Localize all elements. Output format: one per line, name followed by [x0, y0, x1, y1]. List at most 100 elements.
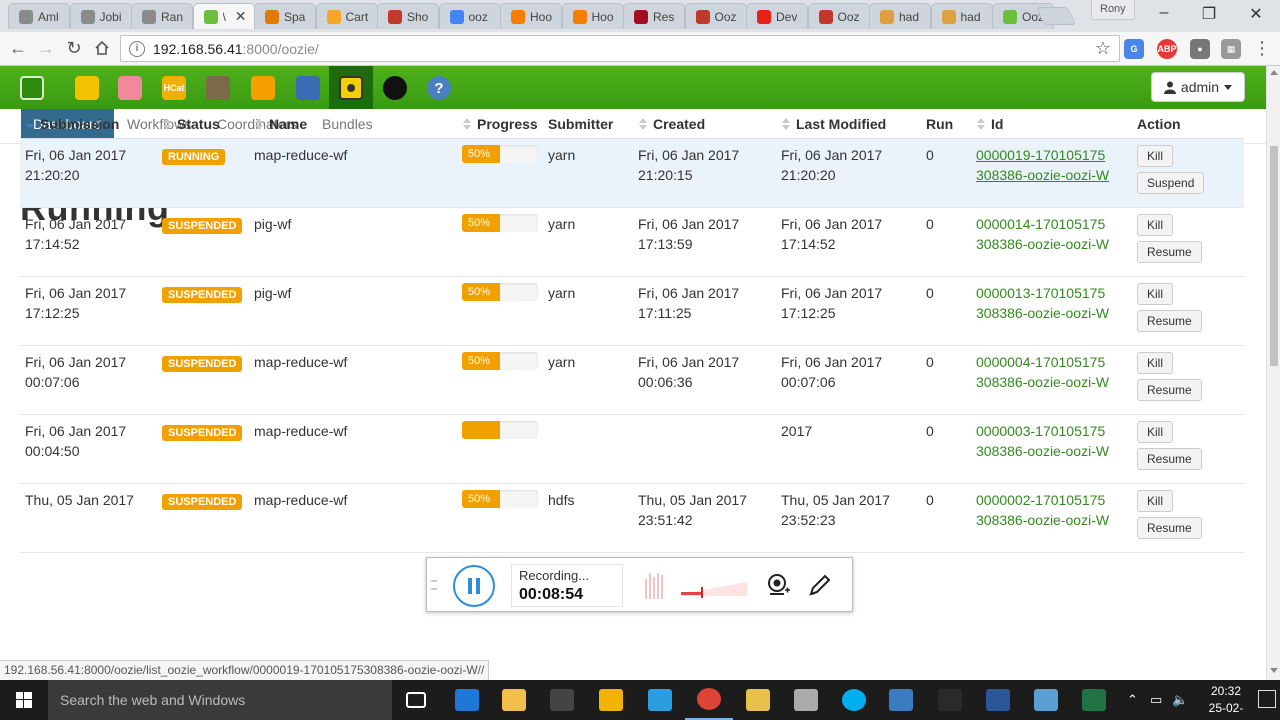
scroll-up-icon[interactable]	[1270, 70, 1278, 75]
resume-button[interactable]: Resume	[1137, 240, 1202, 263]
taskbar-app[interactable]	[877, 680, 925, 720]
taskbar-app[interactable]	[734, 680, 782, 720]
bookmark-star-icon[interactable]: ☆	[1095, 38, 1111, 59]
taskbar-app[interactable]	[782, 680, 830, 720]
browser-profile-chip[interactable]: Rony	[1091, 0, 1135, 20]
kill-button[interactable]: Kill	[1137, 213, 1174, 236]
pen-icon[interactable]	[807, 572, 833, 598]
scroll-down-icon[interactable]	[1270, 668, 1278, 673]
browser-tab[interactable]: Res	[623, 3, 685, 29]
table-row[interactable]: Fri, 06 Jan 2017 17:14:52 SUSPENDED pig-wf…	[20, 207, 1244, 277]
workflow-id-link[interactable]: 0000003-170105175308386-oozie-oozi-W	[976, 421, 1111, 461]
show-hidden-icons-icon[interactable]: ⌃	[1127, 692, 1138, 708]
column-header-status[interactable]: Status	[157, 111, 249, 139]
taskbar-app[interactable]	[685, 680, 733, 720]
back-icon[interactable]: ←	[6, 36, 30, 60]
admin-user-menu[interactable]: admin	[1151, 72, 1245, 102]
resume-button[interactable]: Resume	[1137, 378, 1202, 401]
kill-button[interactable]: Kill	[1137, 489, 1174, 512]
column-header-submission[interactable]: Submission	[20, 111, 157, 139]
kill-button[interactable]: Kill	[1137, 144, 1174, 167]
pig-icon[interactable]	[118, 76, 142, 100]
hue-logo-icon[interactable]	[20, 76, 44, 100]
minimize-icon[interactable]: –	[1154, 4, 1174, 22]
address-bar[interactable]: i 192.168.56.41 :8000/oozie/ ☆	[120, 35, 1120, 62]
workflow-id-link[interactable]: 0000002-170105175308386-oozie-oozi-W	[976, 490, 1111, 530]
site-info-icon[interactable]: i	[129, 40, 145, 57]
taskbar-app[interactable]	[974, 680, 1022, 720]
taskbar-app[interactable]	[538, 680, 586, 720]
scrollbar-thumb[interactable]	[1270, 146, 1278, 366]
close-tab-icon[interactable]: ✕	[235, 8, 247, 25]
hcat-icon[interactable]: HCat	[162, 76, 186, 100]
taskbar-app[interactable]	[830, 680, 878, 720]
browser-tab[interactable]: Dev	[746, 3, 808, 29]
taskbar-app[interactable]	[1070, 680, 1118, 720]
drag-handle-icon[interactable]	[431, 580, 437, 590]
taskbar-app[interactable]	[926, 680, 974, 720]
taskbar-search-input[interactable]: Search the web and Windows	[48, 680, 392, 720]
table-row[interactable]: Fri, 06 Jan 2017 21:20:20 RUNNING map-redu…	[20, 138, 1244, 208]
column-header-created[interactable]: Created	[633, 111, 776, 139]
taskbar-app[interactable]	[392, 680, 440, 720]
browser-tab[interactable]: Sho	[377, 3, 439, 29]
help-icon[interactable]: ?	[427, 76, 451, 100]
reload-icon[interactable]: ↻	[62, 36, 86, 60]
taskbar-app[interactable]	[587, 680, 635, 720]
browser-tab[interactable]: ooz	[438, 3, 501, 29]
kill-button[interactable]: Kill	[1137, 282, 1174, 305]
file-browser-icon[interactable]	[206, 76, 230, 100]
home-icon[interactable]	[90, 36, 114, 60]
forward-icon[interactable]: →	[34, 36, 58, 60]
pause-recording-button[interactable]	[453, 565, 495, 607]
resume-button[interactable]: Resume	[1137, 447, 1202, 470]
job-designer-icon[interactable]	[296, 76, 320, 100]
taskbar-app[interactable]	[490, 680, 538, 720]
volume-slider[interactable]	[681, 580, 747, 598]
workflow-id-link[interactable]: 0000004-170105175308386-oozie-oozi-W	[976, 352, 1111, 392]
browser-tab[interactable]: Cart	[315, 3, 378, 29]
column-header-progress[interactable]: Progress	[457, 111, 543, 139]
browser-tab[interactable]: Ran	[131, 3, 193, 29]
browser-tab[interactable]: Jobi	[69, 3, 132, 29]
workflow-id-link[interactable]: 0000013-170105175308386-oozie-oozi-W	[976, 283, 1111, 323]
extension-icon[interactable]: ▦	[1221, 39, 1241, 59]
hue-app-active-slot[interactable]	[329, 66, 373, 109]
resume-button[interactable]: Resume	[1137, 309, 1202, 332]
column-header-id[interactable]: Id	[971, 111, 1132, 139]
start-button[interactable]	[0, 680, 48, 720]
webcam-icon[interactable]	[765, 572, 791, 598]
browser-tab[interactable]: \ ✕	[192, 3, 255, 29]
taskbar-app[interactable]	[1022, 680, 1070, 720]
browser-tab[interactable]: Ooz	[807, 3, 870, 29]
battery-icon[interactable]: ▭	[1150, 692, 1162, 708]
resume-button[interactable]: Resume	[1137, 516, 1202, 539]
restore-icon[interactable]: ❐	[1199, 4, 1219, 24]
table-row[interactable]: Fri, 06 Jan 2017 00:07:06 SUSPENDED map-re…	[20, 345, 1244, 415]
notifications-icon[interactable]	[1258, 690, 1276, 708]
browser-tab[interactable]: Spa	[254, 3, 316, 29]
taskbar-app[interactable]	[443, 680, 491, 720]
column-header-name[interactable]: Name	[249, 111, 457, 139]
user-admin-icon[interactable]	[383, 76, 407, 100]
workflow-id-link[interactable]: 0000019-170105175308386-oozie-oozi-W	[976, 145, 1111, 185]
browser-tab[interactable]: had	[930, 3, 993, 29]
browser-tab[interactable]: Ooz	[684, 3, 747, 29]
adblock-plus-icon[interactable]: ABP	[1157, 39, 1177, 59]
extension-badge-icon[interactable]: ●	[1190, 39, 1210, 59]
page-scrollbar[interactable]	[1266, 66, 1280, 680]
kill-button[interactable]: Kill	[1137, 351, 1174, 374]
close-window-icon[interactable]: ✕	[1246, 4, 1266, 24]
kill-button[interactable]: Kill	[1137, 420, 1174, 443]
table-row[interactable]: Thu, 05 Jan 2017 SUSPENDED map-reduce-wf 50…	[20, 483, 1244, 553]
browser-tab[interactable]: Hoo	[500, 3, 562, 29]
table-row[interactable]: Fri, 06 Jan 2017 17:12:25 SUSPENDED pig-wf…	[20, 276, 1244, 346]
volume-icon[interactable]: 🔈	[1172, 692, 1188, 708]
job-browser-icon[interactable]	[251, 76, 275, 100]
browser-tab[interactable]: Hoo	[561, 3, 624, 29]
table-row[interactable]: Fri, 06 Jan 2017 00:04:50 SUSPENDED map-re…	[20, 414, 1244, 484]
workflow-id-link[interactable]: 0000014-170105175308386-oozie-oozi-W	[976, 214, 1111, 254]
google-translate-icon[interactable]: G	[1124, 39, 1144, 59]
suspend-button[interactable]: Suspend	[1137, 171, 1205, 194]
chrome-menu-icon[interactable]: ⋮	[1252, 37, 1272, 59]
